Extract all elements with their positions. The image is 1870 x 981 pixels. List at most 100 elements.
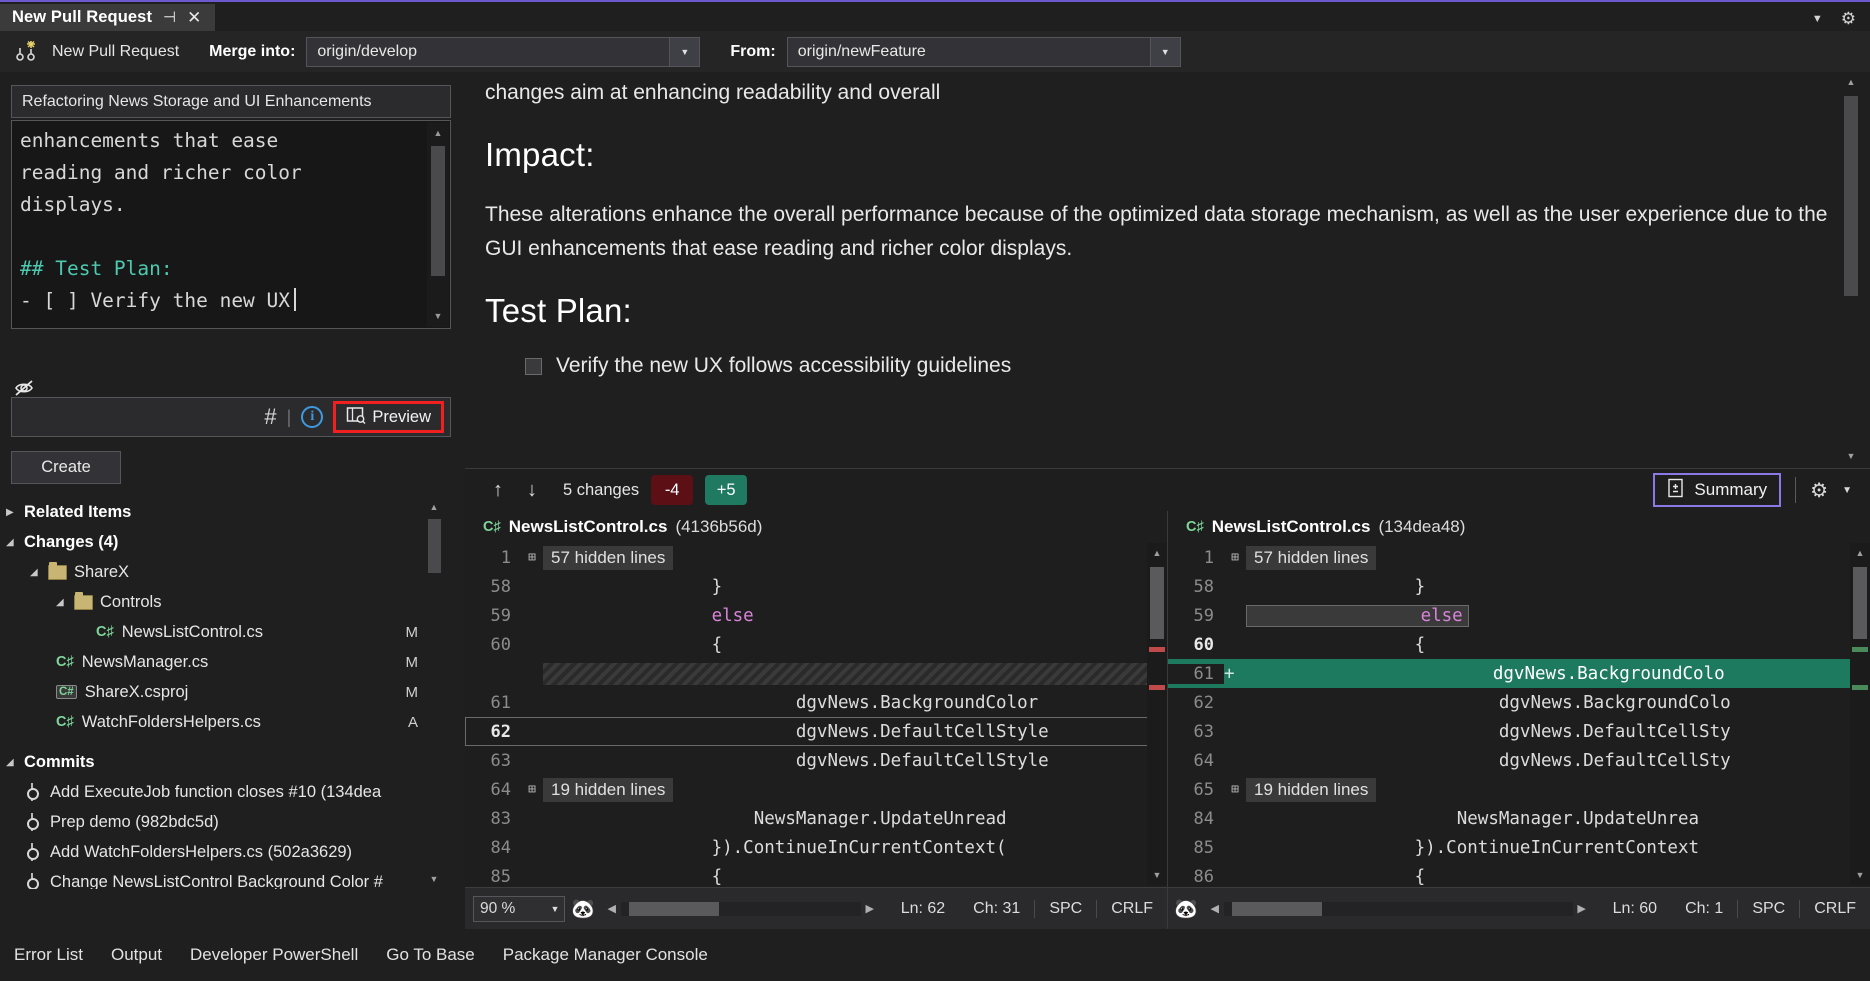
pane-splitter[interactable] bbox=[455, 72, 463, 929]
close-icon[interactable]: ✕ bbox=[187, 9, 201, 26]
scrollbar-thumb[interactable] bbox=[431, 146, 445, 276]
hidden-lines-label[interactable]: 19 hidden lines bbox=[1246, 778, 1376, 802]
diff-right-horizontal-scrollbar[interactable]: ◀ ▶ bbox=[1206, 899, 1591, 919]
hidden-lines-label[interactable]: 57 hidden lines bbox=[1246, 546, 1376, 570]
chevron-down-icon[interactable]: ◢ bbox=[30, 567, 48, 578]
scroll-down-icon[interactable]: ▼ bbox=[427, 305, 449, 327]
scroll-down-icon[interactable]: ▼ bbox=[1840, 446, 1862, 466]
from-branch-dropdown[interactable]: origin/newFeature ▼ bbox=[787, 37, 1181, 67]
status-indentation[interactable]: SPC bbox=[1737, 900, 1799, 918]
scroll-down-icon[interactable]: ▼ bbox=[1147, 865, 1167, 885]
tree-folder-controls[interactable]: ◢ Controls bbox=[0, 587, 444, 617]
code-map-icon[interactable]: 🐼 bbox=[571, 897, 595, 921]
scroll-up-icon[interactable]: ▲ bbox=[1850, 543, 1870, 563]
commit-list-item[interactable]: Change NewsListControl Background Color … bbox=[0, 867, 444, 889]
scrollbar-thumb[interactable] bbox=[629, 902, 719, 916]
scroll-right-icon[interactable]: ▶ bbox=[1573, 902, 1591, 915]
document-tab-new-pull-request[interactable]: New Pull Request ⊣ ✕ bbox=[0, 4, 215, 33]
pr-title-input[interactable] bbox=[12, 92, 450, 112]
gear-icon[interactable]: ⚙ bbox=[1810, 478, 1828, 503]
scroll-down-icon[interactable]: ▼ bbox=[424, 869, 444, 889]
pr-description-editor[interactable]: enhancements that ease reading and riche… bbox=[11, 120, 451, 329]
tree-file-sharex-csproj[interactable]: C# ShareX.csproj M bbox=[0, 677, 444, 707]
tab-developer-powershell[interactable]: Developer PowerShell bbox=[176, 945, 372, 965]
pr-title-field[interactable] bbox=[11, 85, 451, 118]
gear-icon[interactable]: ⚙ bbox=[1841, 9, 1856, 29]
scrollbar-track[interactable] bbox=[1224, 902, 1573, 916]
diff-left-scrollbar[interactable]: ▲ ▼ bbox=[1147, 543, 1167, 885]
tab-package-manager-console[interactable]: Package Manager Console bbox=[489, 945, 722, 965]
scroll-up-icon[interactable]: ▲ bbox=[1147, 543, 1167, 563]
hidden-lines-label[interactable]: 57 hidden lines bbox=[543, 546, 673, 570]
chevron-down-icon[interactable]: ▼ bbox=[1812, 13, 1823, 25]
status-indentation[interactable]: SPC bbox=[1034, 900, 1096, 918]
commit-list-item[interactable]: Prep demo (982bdc5d) bbox=[0, 807, 444, 837]
scrollbar-thumb[interactable] bbox=[1150, 567, 1164, 639]
tree-section-commits[interactable]: ◢ Commits bbox=[0, 747, 444, 777]
code-text: }).ContinueInCurrentContext bbox=[1246, 838, 1699, 858]
scroll-up-icon[interactable]: ▲ bbox=[424, 497, 444, 517]
code-text: dgvNews.DefaultCellSty bbox=[1246, 751, 1731, 771]
scroll-up-icon[interactable]: ▲ bbox=[427, 122, 449, 144]
description-toolbar: # | i Preview bbox=[11, 397, 451, 437]
scroll-right-icon[interactable]: ▶ bbox=[861, 902, 879, 915]
preview-paragraph-top: changes aim at enhancing readability and… bbox=[485, 76, 1832, 110]
chevron-down-icon[interactable]: ◢ bbox=[56, 597, 74, 608]
description-scrollbar[interactable]: ▲ ▼ bbox=[427, 122, 449, 327]
scrollbar-thumb[interactable] bbox=[1232, 902, 1322, 916]
commit-list-item[interactable]: Add WatchFoldersHelpers.cs (502a3629) bbox=[0, 837, 444, 867]
expand-icon[interactable]: ⊞ bbox=[521, 782, 543, 797]
info-icon[interactable]: i bbox=[301, 406, 323, 428]
chevron-down-icon[interactable]: ◢ bbox=[6, 537, 24, 548]
scrollbar-thumb[interactable] bbox=[428, 519, 441, 573]
diff-left-code[interactable]: 1⊞57 hidden lines 58 } 59 else 60 { 61 d… bbox=[465, 543, 1167, 885]
status-line-endings[interactable]: CRLF bbox=[1799, 900, 1870, 918]
tree-scrollbar[interactable]: ▲ ▼ bbox=[424, 497, 444, 889]
scroll-left-icon[interactable]: ◀ bbox=[603, 902, 621, 915]
tab-go-to-base[interactable]: Go To Base bbox=[372, 945, 489, 965]
scrollbar-thumb[interactable] bbox=[1844, 96, 1858, 296]
hash-icon[interactable]: # bbox=[264, 404, 276, 430]
status-line-endings[interactable]: CRLF bbox=[1096, 900, 1167, 918]
code-map-icon[interactable]: 🐼 bbox=[1174, 897, 1198, 921]
scroll-down-icon[interactable]: ▼ bbox=[1850, 865, 1870, 885]
preview-content: changes aim at enhancing readability and… bbox=[485, 76, 1832, 464]
expand-icon[interactable]: ⊞ bbox=[1224, 550, 1246, 565]
tree-section-changes[interactable]: ◢ Changes (4) bbox=[0, 527, 444, 557]
chevron-right-icon[interactable]: ▶ bbox=[6, 507, 24, 518]
tree-file-newslistcontrol[interactable]: C♯ NewsListControl.cs M bbox=[0, 617, 444, 647]
scrollbar-track[interactable] bbox=[621, 902, 861, 916]
arrow-down-icon[interactable]: ↓ bbox=[521, 479, 543, 502]
scrollbar-thumb[interactable] bbox=[1853, 567, 1867, 639]
preview-scrollbar[interactable]: ▲ ▼ bbox=[1840, 72, 1862, 466]
scroll-left-icon[interactable]: ◀ bbox=[1206, 902, 1224, 915]
merge-into-dropdown[interactable]: origin/develop ▼ bbox=[306, 37, 700, 67]
preview-button[interactable]: Preview bbox=[333, 401, 444, 433]
tab-error-list[interactable]: Error List bbox=[0, 945, 97, 965]
zoom-level-dropdown[interactable]: 90 % ▼ bbox=[473, 896, 565, 922]
create-button[interactable]: Create bbox=[11, 451, 121, 484]
arrow-up-icon[interactable]: ↑ bbox=[487, 479, 509, 502]
expand-icon[interactable]: ⊞ bbox=[1224, 782, 1246, 797]
chevron-down-icon[interactable]: ◢ bbox=[6, 757, 24, 768]
checkbox-icon[interactable] bbox=[525, 358, 542, 375]
expand-icon[interactable]: ⊞ bbox=[521, 550, 543, 565]
tree-section-related-items[interactable]: ▶ Related Items bbox=[0, 497, 444, 527]
diff-left-horizontal-scrollbar[interactable]: ◀ ▶ bbox=[603, 899, 879, 919]
code-line: 58 } bbox=[1168, 572, 1870, 601]
scroll-up-icon[interactable]: ▲ bbox=[1840, 72, 1862, 92]
tree-folder-sharex[interactable]: ◢ ShareX bbox=[0, 557, 444, 587]
commit-list-item[interactable]: Add ExecuteJob function closes #10 (134d… bbox=[0, 777, 444, 807]
tree-file-newsmanager[interactable]: C♯ NewsManager.cs M bbox=[0, 647, 444, 677]
chevron-down-icon[interactable]: ▼ bbox=[546, 904, 564, 914]
chevron-down-icon[interactable]: ▼ bbox=[1842, 485, 1852, 496]
chevron-down-icon[interactable]: ▼ bbox=[1150, 38, 1180, 66]
tab-output[interactable]: Output bbox=[97, 945, 176, 965]
summary-button[interactable]: Summary bbox=[1653, 473, 1781, 507]
chevron-down-icon[interactable]: ▼ bbox=[669, 38, 699, 66]
tree-file-watchfoldershelpers[interactable]: C♯ WatchFoldersHelpers.cs A bbox=[0, 707, 444, 737]
pin-icon[interactable]: ⊣ bbox=[163, 10, 176, 25]
diff-right-code[interactable]: 1⊞57 hidden lines 58 } 59 else 60 { 61+ … bbox=[1168, 543, 1870, 885]
hidden-lines-label[interactable]: 19 hidden lines bbox=[543, 778, 673, 802]
diff-right-scrollbar[interactable]: ▲ ▼ bbox=[1850, 543, 1870, 885]
